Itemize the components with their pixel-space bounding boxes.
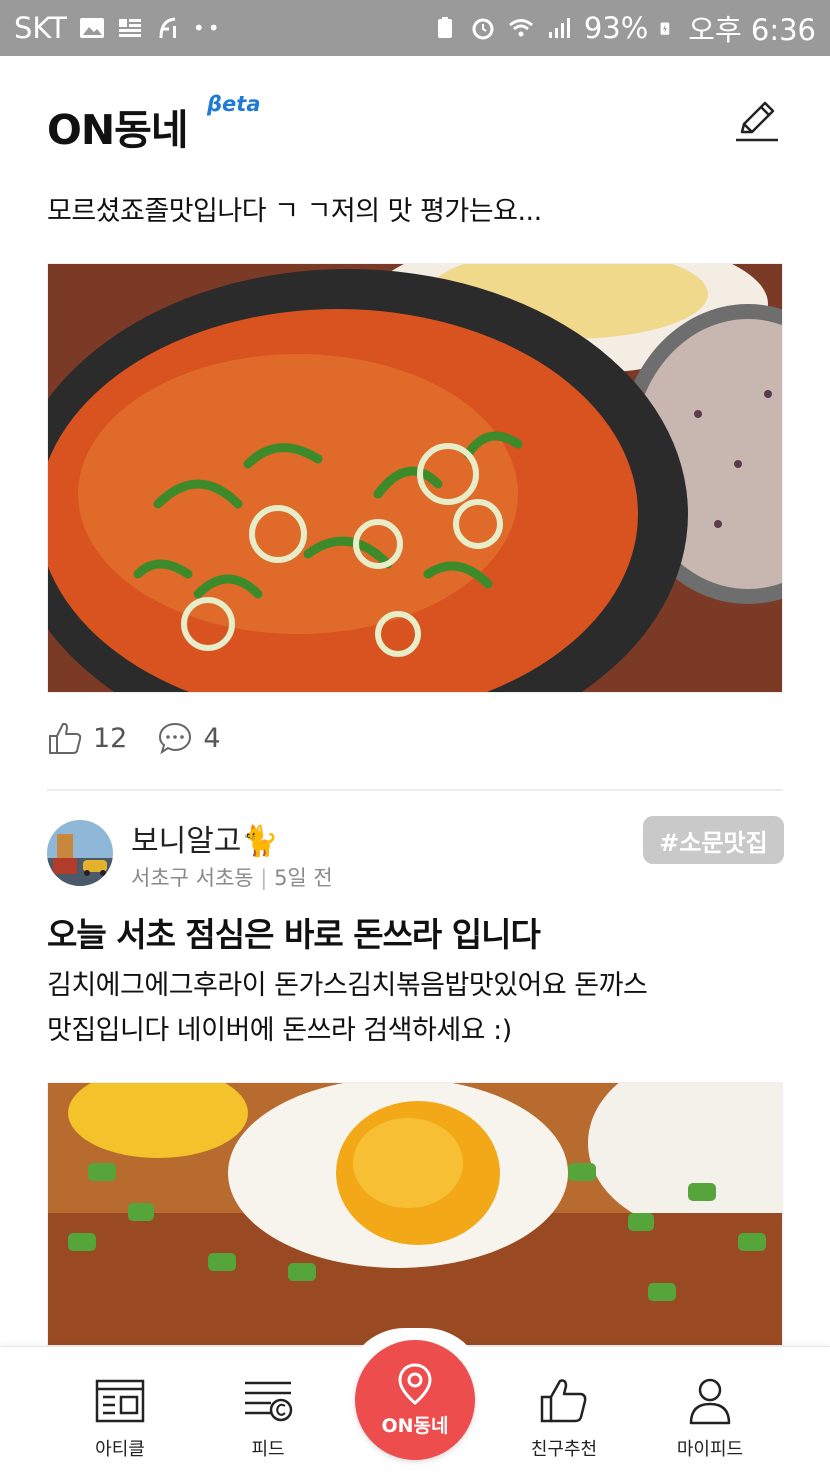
nav-article[interactable]: 아티클 bbox=[45, 1347, 195, 1476]
nav-on-dongne-button[interactable]: ON동네 bbox=[355, 1340, 475, 1460]
thumbs-up-icon bbox=[540, 1379, 587, 1423]
nav-label-on-dongne: ON동네 bbox=[381, 1414, 449, 1437]
like-button[interactable]: 12 bbox=[47, 720, 127, 756]
avatar[interactable] bbox=[47, 820, 113, 886]
battery-percent: 93% bbox=[583, 11, 649, 45]
author-meta: 서초구 서초동 | 5일 전 bbox=[131, 862, 333, 892]
avatar-image bbox=[47, 820, 113, 886]
app-header: ON동네 βeta bbox=[0, 56, 830, 181]
news-icon bbox=[118, 19, 141, 37]
status-bar: SKT •• 93% 오후 6:36 bbox=[0, 0, 830, 56]
stew-photo-image bbox=[48, 264, 782, 692]
nav-label-feed: 피드 bbox=[251, 1439, 285, 1460]
nav-label-article: 아티클 bbox=[95, 1439, 145, 1460]
comment-icon bbox=[159, 722, 192, 755]
battery-charging-icon bbox=[660, 22, 670, 35]
signal-icon bbox=[548, 18, 570, 38]
nav-label-friend-recommend: 친구추천 bbox=[530, 1439, 598, 1460]
alarm-icon bbox=[472, 18, 494, 40]
post-photo-donkatsu[interactable] bbox=[47, 1082, 783, 1346]
nav-friend-recommend[interactable]: 친구추천 bbox=[489, 1347, 639, 1476]
nav-feed[interactable]: 피드 bbox=[193, 1347, 343, 1476]
app-fi-icon bbox=[159, 17, 176, 39]
post-photo-stew[interactable] bbox=[47, 263, 783, 693]
write-post-button[interactable] bbox=[734, 98, 780, 144]
post-divider bbox=[47, 789, 783, 791]
person-icon bbox=[689, 1378, 731, 1425]
donkatsu-photo-image bbox=[48, 1083, 782, 1345]
post-text[interactable]: 모르셨죠졸맛입나다 ㄱ ㄱ저의 맛 평가는요... bbox=[47, 192, 542, 232]
beta-badge: βeta bbox=[207, 92, 261, 116]
comment-button[interactable]: 4 bbox=[157, 720, 221, 756]
thumbs-up-icon bbox=[49, 722, 82, 754]
nav-my-feed[interactable]: 마이피드 bbox=[635, 1347, 785, 1476]
post-title[interactable]: 오늘 서초 점심은 바로 돈쓰라 입니다 bbox=[47, 908, 541, 956]
pencil-icon bbox=[736, 101, 778, 142]
page-title: ON동네 bbox=[47, 106, 189, 154]
carrier-label: SKT bbox=[14, 11, 67, 45]
feed-icon bbox=[245, 1381, 293, 1422]
author-name[interactable]: 보니알고🐈 bbox=[131, 816, 279, 860]
status-right: 93% 오후 6:36 bbox=[432, 7, 816, 49]
more-notifications-icon: •• bbox=[192, 16, 223, 40]
location-pin-icon bbox=[398, 1362, 432, 1405]
like-count: 12 bbox=[93, 722, 128, 754]
comment-count: 4 bbox=[203, 722, 221, 754]
post-body-line2[interactable]: 맛집입니다 네이버에 돈쓰라 검색하세요 :) bbox=[47, 1011, 512, 1051]
author-location: 서초구 서초동 bbox=[131, 866, 254, 890]
clock: 오후 6:36 bbox=[688, 13, 816, 47]
post-reactions: 12 4 bbox=[47, 716, 251, 760]
gallery-icon bbox=[79, 18, 104, 38]
meta-separator: | bbox=[260, 866, 275, 890]
article-icon bbox=[95, 1379, 145, 1423]
status-left: SKT •• bbox=[14, 11, 222, 45]
post-time: 5일 전 bbox=[274, 866, 333, 890]
post-body-line1[interactable]: 김치에그에그후라이 돈가스김치볶음밥맛있어요 돈까스 bbox=[47, 966, 648, 1006]
tag-badge[interactable]: #소문맛집 bbox=[643, 816, 784, 864]
wifi-icon bbox=[508, 19, 533, 37]
battery-saver-icon bbox=[437, 17, 452, 38]
nav-label-my-feed: 마이피드 bbox=[676, 1439, 744, 1460]
